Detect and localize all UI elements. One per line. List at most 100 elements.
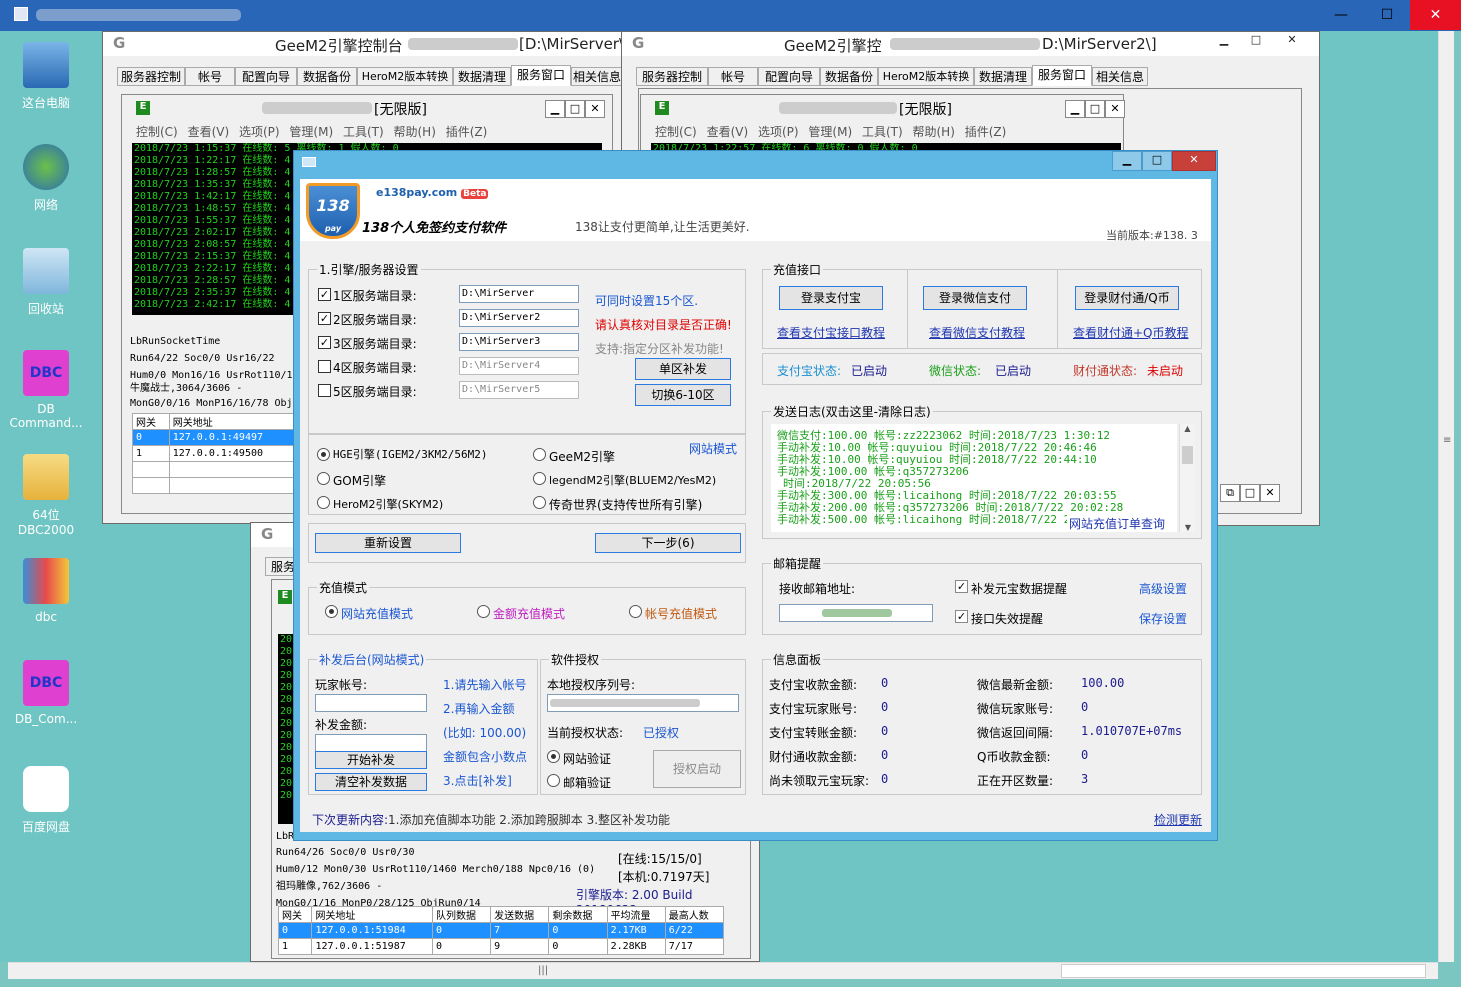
column-header[interactable]: 剩余数据 [548, 906, 608, 923]
close-button[interactable]: ✕ [1282, 32, 1302, 50]
web-verify-radio[interactable] [547, 750, 560, 763]
maximize-button[interactable]: □ [1142, 151, 1172, 171]
menu-help[interactable]: 帮助(H) [394, 125, 436, 139]
account-recharge-radio[interactable] [629, 605, 642, 618]
close-button[interactable]: ✕ [585, 100, 605, 118]
desktop-icon-dbc[interactable]: dbc [6, 558, 86, 624]
column-header[interactable]: 网关地址 [168, 413, 303, 430]
maximize-button[interactable]: □ [1085, 100, 1105, 118]
column-header[interactable]: 网关地址 [311, 906, 433, 923]
close-button[interactable]: ✕ [1172, 151, 1216, 171]
desktop-icon-recycle[interactable]: 回收站 [6, 248, 86, 317]
interface-fail-notify-checkbox[interactable]: ✓ [955, 610, 968, 623]
menu-manage[interactable]: 管理(M) [808, 125, 852, 139]
column-header[interactable]: 发送数据 [490, 906, 550, 923]
menu-tools[interactable]: 工具(T) [343, 125, 384, 139]
tenpay-login-button[interactable]: 登录财付通/Q币 [1075, 286, 1179, 310]
clear-resend-data-button[interactable]: 清空补发数据 [315, 773, 427, 791]
column-header[interactable]: 队列数据 [431, 906, 492, 923]
resend-amount-input[interactable] [315, 734, 427, 752]
mail-address-input[interactable] [779, 604, 933, 622]
tab-info[interactable]: 相关信息 [571, 67, 623, 86]
minimize-button[interactable]: ▁ [1065, 100, 1085, 118]
amount-recharge-radio[interactable] [477, 605, 490, 618]
zone1-path-input[interactable]: D:\MirServer [459, 285, 579, 303]
column-header[interactable]: 网关 [132, 413, 170, 430]
menu-manage[interactable]: 管理(M) [289, 125, 333, 139]
menu-control[interactable]: 控制(C) [136, 125, 178, 139]
zone2-checkbox[interactable]: ✓ [318, 312, 331, 325]
advanced-settings-link[interactable]: 高级设置 [1139, 580, 1187, 597]
mail-verify-radio[interactable] [547, 774, 560, 787]
tab-herom2[interactable]: HeroM2版本转换 [878, 67, 974, 86]
column-header[interactable]: 最高人数 [664, 906, 725, 923]
start-license-button[interactable]: 授权启动 [653, 750, 741, 788]
desktop-icon-baidu[interactable]: 百度网盘 [6, 766, 86, 835]
restore-button[interactable]: ⧉ [1220, 484, 1240, 502]
zone5-path-input[interactable]: D:\MirServer5 [459, 381, 579, 399]
zone4-path-input[interactable]: D:\MirServer4 [459, 357, 579, 375]
desktop-icon-db-commander[interactable]: DBC DB Command... [6, 350, 86, 430]
send-log-area[interactable]: 微信支付:100.00 帐号:zz2223062 时间:2018/7/23 1:… [771, 424, 1177, 532]
tab-backup[interactable]: 数据备份 [820, 67, 878, 86]
horizontal-scrollbar[interactable]: ||| [8, 962, 1438, 979]
menu-plugins[interactable]: 插件(Z) [446, 125, 488, 139]
license-serial-input[interactable] [547, 694, 739, 712]
next-step-button[interactable]: 下一步(6) [595, 533, 741, 553]
tab-account[interactable]: 帐号 [185, 67, 235, 86]
engine-geem2-radio[interactable] [533, 448, 546, 461]
maximize-button[interactable]: ☐ [1364, 0, 1410, 30]
wechat-tutorial-link[interactable]: 查看微信支付教程 [929, 324, 1025, 341]
engine-legendm2-radio[interactable] [533, 472, 546, 485]
zone2-path-input[interactable]: D:\MirServer2 [459, 309, 579, 327]
close-button[interactable]: ✕ [1410, 0, 1461, 30]
send-log-group[interactable]: 发送日志(双击这里-清除日志) 微信支付:100.00 帐号:zz2223062… [762, 403, 1202, 539]
menu-tools[interactable]: 工具(T) [862, 125, 903, 139]
tab-service-window[interactable]: 服务窗口 [511, 65, 571, 86]
player-account-input[interactable] [315, 694, 427, 712]
alipay-tutorial-link[interactable]: 查看支付宝接口教程 [777, 324, 885, 341]
zone1-checkbox[interactable]: ✓ [318, 288, 331, 301]
check-update-link[interactable]: 检测更新 [1154, 811, 1202, 828]
wechat-login-button[interactable]: 登录微信支付 [923, 286, 1027, 310]
zone3-path-input[interactable]: D:\MirServer3 [459, 333, 579, 351]
tab-config-wizard[interactable]: 配置向导 [235, 67, 297, 86]
table-row[interactable]: 1 127.0.0.1:49500 [132, 445, 303, 462]
order-query-link[interactable]: 网站充值订单查询 [1067, 515, 1168, 532]
minimize-button[interactable]: ▁ [545, 100, 565, 118]
tab-herom2[interactable]: HeroM2版本转换 [357, 67, 453, 86]
engine-legend-world-radio[interactable] [533, 496, 546, 509]
maximize-button[interactable]: □ [1246, 32, 1266, 50]
engine-gom-radio[interactable] [317, 472, 330, 485]
minimize-button[interactable]: ▁ [1112, 151, 1142, 171]
tab-server-control[interactable]: 服务器控制 [117, 67, 185, 86]
desktop-icon-this-pc[interactable]: 这台电脑 [6, 42, 86, 111]
table-row[interactable]: 0 127.0.0.1:51984 0 7 0 2.17KB 6/22 [277, 922, 725, 939]
table-row[interactable]: 1 127.0.0.1:51987 0 9 0 2.28KB 7/17 [277, 938, 725, 955]
resend-ingot-notify-checkbox[interactable]: ✓ [955, 580, 968, 593]
zone3-checkbox[interactable]: ✓ [318, 336, 331, 349]
tab-service-window[interactable]: 服务窗口 [1032, 65, 1092, 86]
tab-server-control[interactable]: 服务器控制 [636, 67, 708, 86]
single-zone-resend-button[interactable]: 单区补发 [635, 358, 731, 380]
tab-config-wizard[interactable]: 配置向导 [758, 67, 820, 86]
tab-info[interactable]: 相关信息 [1092, 67, 1148, 86]
website-recharge-radio[interactable] [325, 605, 338, 618]
menu-help[interactable]: 帮助(H) [913, 125, 955, 139]
log-scrollbar[interactable]: ▲ ▼ [1179, 424, 1195, 532]
engine-herom2-radio[interactable] [317, 496, 330, 509]
alipay-login-button[interactable]: 登录支付宝 [779, 286, 883, 310]
tab-account[interactable]: 帐号 [708, 67, 758, 86]
zone5-checkbox[interactable] [318, 384, 331, 397]
desktop-icon-folder[interactable]: 64位 DBC2000 [6, 454, 86, 537]
desktop-icon-network[interactable]: 网络 [6, 144, 86, 213]
minimize-button[interactable]: ▁ [1214, 32, 1234, 50]
menu-view[interactable]: 查看(V) [188, 125, 230, 139]
menu-options[interactable]: 选项(P) [758, 125, 799, 139]
maximize-button[interactable]: □ [1240, 484, 1260, 502]
tenpay-tutorial-link[interactable]: 查看财付通+Q币教程 [1073, 324, 1189, 341]
vertical-scrollbar[interactable]: ≡ [1438, 31, 1454, 962]
start-resend-button[interactable]: 开始补发 [315, 751, 427, 769]
zone4-checkbox[interactable] [318, 360, 331, 373]
close-button[interactable]: ✕ [1260, 484, 1280, 502]
